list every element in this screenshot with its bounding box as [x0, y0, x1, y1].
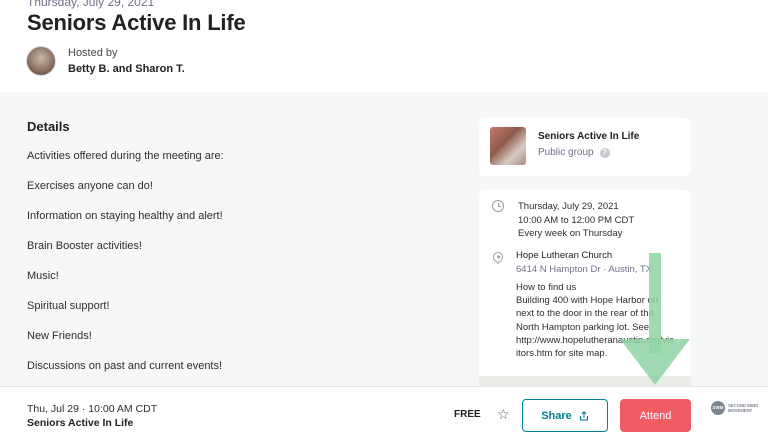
event-body: Details Activities offered during the me… — [0, 92, 768, 386]
group-thumbnail[interactable] — [490, 127, 526, 165]
info-recurrence: Every week on Thursday — [518, 228, 623, 239]
page-title: Seniors Active In Life — [27, 10, 246, 35]
brand-mark: SWM — [711, 401, 725, 415]
details-heading: Details — [27, 119, 70, 134]
how-to-find-line: next to the door in the rear of the — [516, 308, 654, 320]
group-type: Public group ? — [538, 147, 610, 158]
details-paragraph: Exercises anyone can do! — [27, 180, 153, 192]
details-paragraph: Information on staying healthy and alert… — [27, 210, 223, 222]
star-icon[interactable]: ☆ — [497, 406, 510, 423]
event-date: Thursday, July 29, 2021 — [27, 0, 155, 9]
share-button[interactable]: Share — [522, 399, 608, 432]
group-type-label: Public group — [538, 147, 594, 158]
brand-logo: SWM SECOND WIND MOVEMENT — [711, 401, 764, 415]
venue-address: 6414 N Hampton Dr · Austin, TX — [516, 264, 653, 275]
how-to-find-line: North Hampton parking lot. See — [516, 321, 650, 333]
group-card[interactable]: Seniors Active In Life Public group ? — [479, 118, 691, 176]
location-pin-icon — [490, 249, 506, 265]
how-to-find-line: Building 400 with Hope Harbor on — [516, 295, 659, 307]
how-to-find-line: How to find us — [516, 282, 577, 293]
host-text: Hosted by Betty B. and Sharon T. — [68, 47, 185, 75]
attend-button[interactable]: Attend — [620, 399, 691, 432]
info-time: 10:00 AM to 12:00 PM CDT — [518, 214, 635, 226]
share-label: Share — [541, 409, 572, 422]
map-preview[interactable] — [479, 376, 691, 386]
details-paragraph: Discussions on past and current events! — [27, 360, 223, 372]
details-paragraph: Brain Booster activities! — [27, 240, 142, 252]
price-label: FREE — [454, 409, 481, 420]
info-date: Thursday, July 29, 2021 — [518, 201, 619, 212]
share-icon — [579, 410, 588, 421]
avatar[interactable] — [26, 46, 56, 76]
question-icon[interactable]: ? — [599, 147, 610, 158]
how-to-find-line: itors.htm for site map. — [516, 348, 608, 360]
host-names[interactable]: Betty B. and Sharon T. — [68, 63, 185, 75]
group-name[interactable]: Seniors Active In Life — [538, 131, 639, 142]
details-paragraph: Spiritual support! — [27, 300, 110, 312]
details-paragraph: Activities offered during the meeting ar… — [27, 150, 224, 162]
details-section: Details Activities offered during the me… — [27, 119, 447, 386]
venue-name[interactable]: Hope Lutheran Church — [516, 250, 612, 261]
clock-icon — [492, 200, 504, 212]
brand-text: SECOND WIND MOVEMENT — [728, 403, 759, 413]
sticky-footer: Thu, Jul 29 · 10:00 AM CDT Seniors Activ… — [0, 386, 768, 432]
footer-date-time: Thu, Jul 29 · 10:00 AM CDT — [27, 403, 158, 415]
details-paragraph: Music! — [27, 270, 59, 282]
details-paragraph: New Friends! — [27, 330, 92, 342]
host-info: Hosted by Betty B. and Sharon T. — [26, 46, 185, 76]
how-to-find-line[interactable]: http://www.hopelutheranaustin.org/vis — [516, 334, 691, 347]
how-to-find-us: How to find us Building 400 with Hope Ha… — [516, 281, 691, 360]
hosted-by-label: Hosted by — [68, 47, 118, 59]
event-info-card: Thursday, July 29, 2021 10:00 AM to 12:0… — [479, 190, 691, 386]
event-when: Thursday, July 29, 2021 10:00 AM to 12:0… — [518, 200, 634, 241]
footer-title: Seniors Active In Life — [27, 417, 134, 429]
event-header: Thursday, July 29, 2021 Seniors Active I… — [0, 0, 768, 92]
